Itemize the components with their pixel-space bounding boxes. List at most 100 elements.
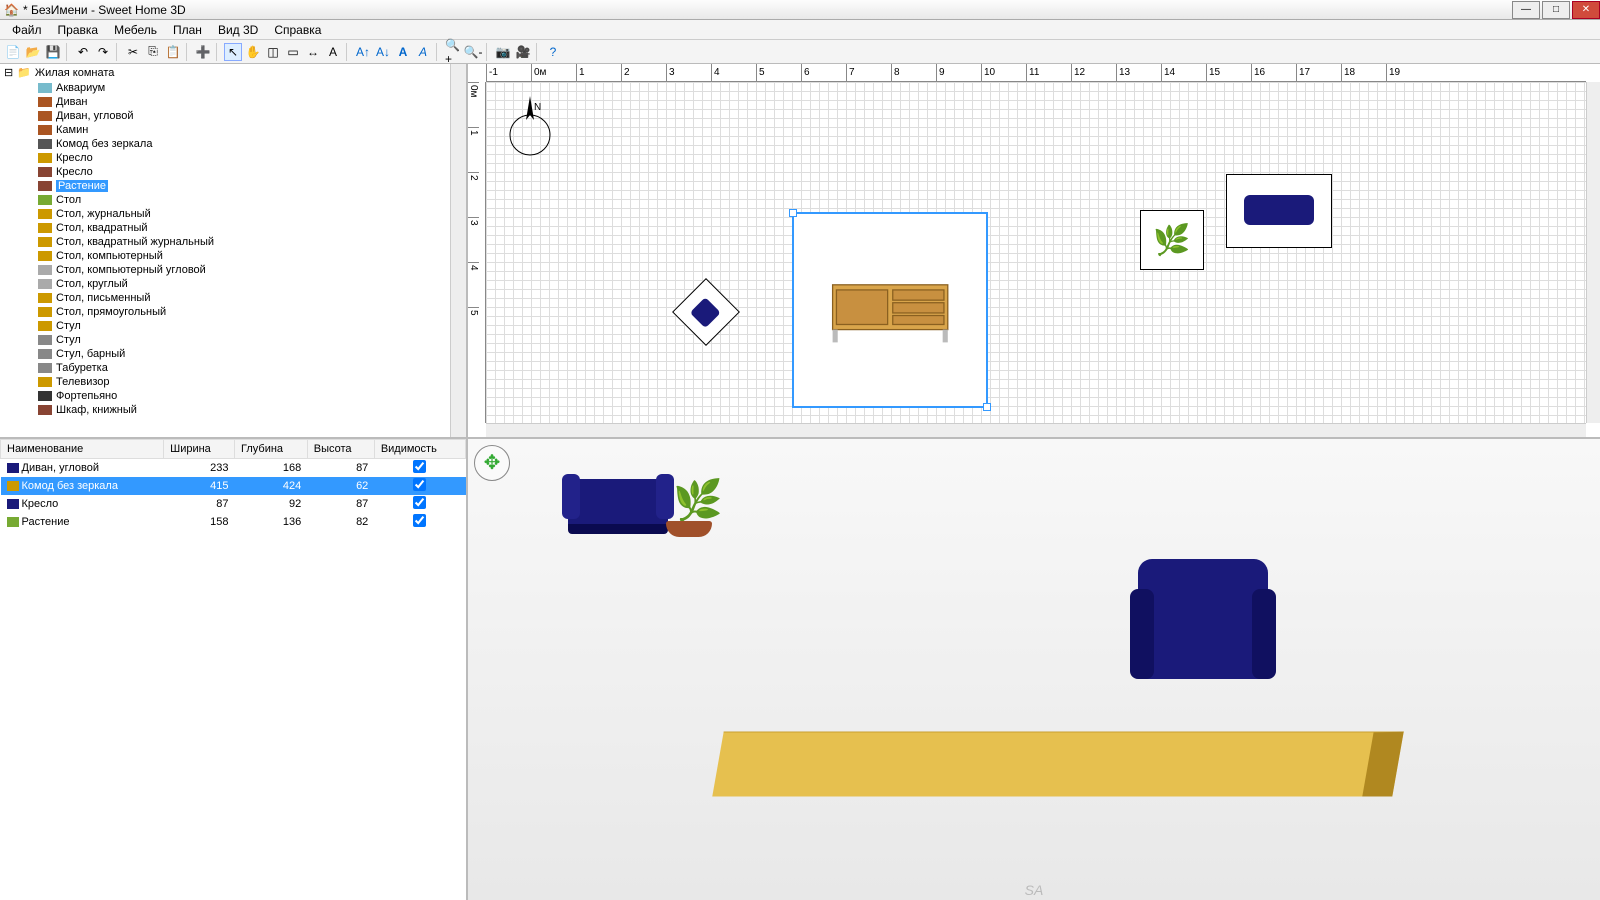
- col-depth[interactable]: Глубина: [235, 440, 308, 459]
- plant-3d[interactable]: 🌿: [673, 477, 723, 524]
- catalog-item[interactable]: Стол, компьютерный: [0, 249, 466, 263]
- catalog-item[interactable]: Комод без зеркала: [0, 137, 466, 151]
- compass-icon[interactable]: N: [506, 90, 554, 160]
- catalog-item[interactable]: Шкаф, книжный: [0, 403, 466, 417]
- catalog-tree[interactable]: ⊟ 📁 Жилая комната АквариумДиванДиван, уг…: [0, 64, 466, 439]
- col-visibility[interactable]: Видимость: [374, 440, 465, 459]
- close-button[interactable]: ✕: [1572, 1, 1600, 19]
- table-row[interactable]: Растение15813682: [1, 513, 466, 531]
- furniture-table[interactable]: Наименование Ширина Глубина Высота Видим…: [0, 439, 466, 900]
- catalog-root[interactable]: ⊟ 📁 Жилая комната: [0, 64, 466, 81]
- cut-icon[interactable]: ✂: [124, 43, 142, 61]
- wall-icon[interactable]: ◫: [264, 43, 282, 61]
- plan-object-sofa[interactable]: [1226, 174, 1332, 248]
- catalog-item[interactable]: Стол, квадратный журнальный: [0, 235, 466, 249]
- armchair-3d[interactable]: [1138, 559, 1268, 679]
- table-row[interactable]: Кресло879287: [1, 495, 466, 513]
- catalog-item[interactable]: Кресло: [0, 165, 466, 179]
- dimension-icon[interactable]: ↔: [304, 43, 322, 61]
- plan-scrollbar-v[interactable]: [1586, 82, 1600, 423]
- catalog-item[interactable]: Стол, прямоугольный: [0, 305, 466, 319]
- catalog-item[interactable]: Диван: [0, 95, 466, 109]
- catalog-item[interactable]: Диван, угловой: [0, 109, 466, 123]
- plan-scrollbar-h[interactable]: [486, 423, 1586, 437]
- catalog-item[interactable]: Фортепьяно: [0, 389, 466, 403]
- visibility-checkbox[interactable]: [413, 514, 426, 527]
- table-row[interactable]: Комод без зеркала41542462: [1, 477, 466, 495]
- ruler-tick: 9: [936, 64, 981, 81]
- help-icon[interactable]: ?: [544, 43, 562, 61]
- catalog-item[interactable]: Табуретка: [0, 361, 466, 375]
- col-height[interactable]: Высота: [307, 440, 374, 459]
- maximize-button[interactable]: □: [1542, 1, 1570, 19]
- redo-icon[interactable]: ↷: [94, 43, 112, 61]
- menu-view3d[interactable]: Вид 3D: [210, 21, 266, 39]
- cell-visibility[interactable]: [374, 495, 465, 513]
- italic-icon[interactable]: A: [414, 43, 432, 61]
- video-icon[interactable]: 🎥: [514, 43, 532, 61]
- col-width[interactable]: Ширина: [164, 440, 235, 459]
- catalog-item-label: Комод без зеркала: [56, 138, 152, 150]
- ruler-tick: 11: [1026, 64, 1071, 81]
- photo-icon[interactable]: 📷: [494, 43, 512, 61]
- plan-2d[interactable]: -10м12345678910111213141516171819 0м1234…: [468, 64, 1600, 439]
- catalog-item[interactable]: Стул, барный: [0, 347, 466, 361]
- visibility-checkbox[interactable]: [413, 496, 426, 509]
- save-icon[interactable]: 💾: [44, 43, 62, 61]
- plan-object-chair[interactable]: [672, 278, 740, 346]
- menu-edit[interactable]: Правка: [50, 21, 107, 39]
- furniture-icon: [38, 125, 52, 135]
- undo-icon[interactable]: ↶: [74, 43, 92, 61]
- catalog-item[interactable]: Стол, журнальный: [0, 207, 466, 221]
- furniture-icon: [38, 293, 52, 303]
- add-furniture-icon[interactable]: ➕: [194, 43, 212, 61]
- open-icon[interactable]: 📂: [24, 43, 42, 61]
- visibility-checkbox[interactable]: [413, 460, 426, 473]
- catalog-item[interactable]: Камин: [0, 123, 466, 137]
- select-icon[interactable]: ↖: [224, 43, 242, 61]
- zoom-in-icon[interactable]: 🔍+: [444, 43, 462, 61]
- plan-grid[interactable]: N: [486, 82, 1586, 423]
- minimize-button[interactable]: —: [1512, 1, 1540, 19]
- copy-icon[interactable]: ⎘: [144, 43, 162, 61]
- catalog-item[interactable]: Кресло: [0, 151, 466, 165]
- new-icon[interactable]: 📄: [4, 43, 22, 61]
- catalog-item[interactable]: Стол, квадратный: [0, 221, 466, 235]
- cell-visibility[interactable]: [374, 477, 465, 495]
- catalog-item[interactable]: Стул: [0, 333, 466, 347]
- tree-collapse-icon[interactable]: ⊟: [4, 66, 13, 79]
- text-bigger-icon[interactable]: A↑: [354, 43, 372, 61]
- catalog-item[interactable]: Растение: [0, 179, 466, 193]
- catalog-scrollbar[interactable]: [450, 64, 466, 437]
- plan-object-dresser[interactable]: [792, 212, 988, 408]
- catalog-item[interactable]: Стол, круглый: [0, 277, 466, 291]
- pan-icon[interactable]: ✋: [244, 43, 262, 61]
- catalog-item[interactable]: Телевизор: [0, 375, 466, 389]
- catalog-item[interactable]: Стол, компьютерный угловой: [0, 263, 466, 277]
- sofa-3d[interactable]: [568, 479, 668, 534]
- catalog-item[interactable]: Стол, письменный: [0, 291, 466, 305]
- menu-plan[interactable]: План: [165, 21, 210, 39]
- visibility-checkbox[interactable]: [413, 478, 426, 491]
- menu-file[interactable]: Файл: [4, 21, 50, 39]
- view-3d[interactable]: ✥ 🌿 SA: [468, 439, 1600, 900]
- catalog-item-label: Кресло: [56, 152, 93, 164]
- menu-furniture[interactable]: Мебель: [106, 21, 165, 39]
- zoom-out-icon[interactable]: 🔍-: [464, 43, 482, 61]
- room-icon[interactable]: ▭: [284, 43, 302, 61]
- svg-text:N: N: [534, 102, 541, 113]
- cell-visibility[interactable]: [374, 513, 465, 531]
- text-smaller-icon[interactable]: A↓: [374, 43, 392, 61]
- catalog-item[interactable]: Стол: [0, 193, 466, 207]
- table-row[interactable]: Диван, угловой23316887: [1, 459, 466, 478]
- nav-3d-control[interactable]: ✥: [474, 445, 510, 481]
- cell-visibility[interactable]: [374, 459, 465, 478]
- catalog-item[interactable]: Аквариум: [0, 81, 466, 95]
- catalog-item[interactable]: Стул: [0, 319, 466, 333]
- col-name[interactable]: Наименование: [1, 440, 164, 459]
- plan-object-plant[interactable]: 🌿: [1140, 210, 1204, 270]
- menu-help[interactable]: Справка: [266, 21, 329, 39]
- paste-icon[interactable]: 📋: [164, 43, 182, 61]
- bold-icon[interactable]: A: [394, 43, 412, 61]
- text-icon[interactable]: A: [324, 43, 342, 61]
